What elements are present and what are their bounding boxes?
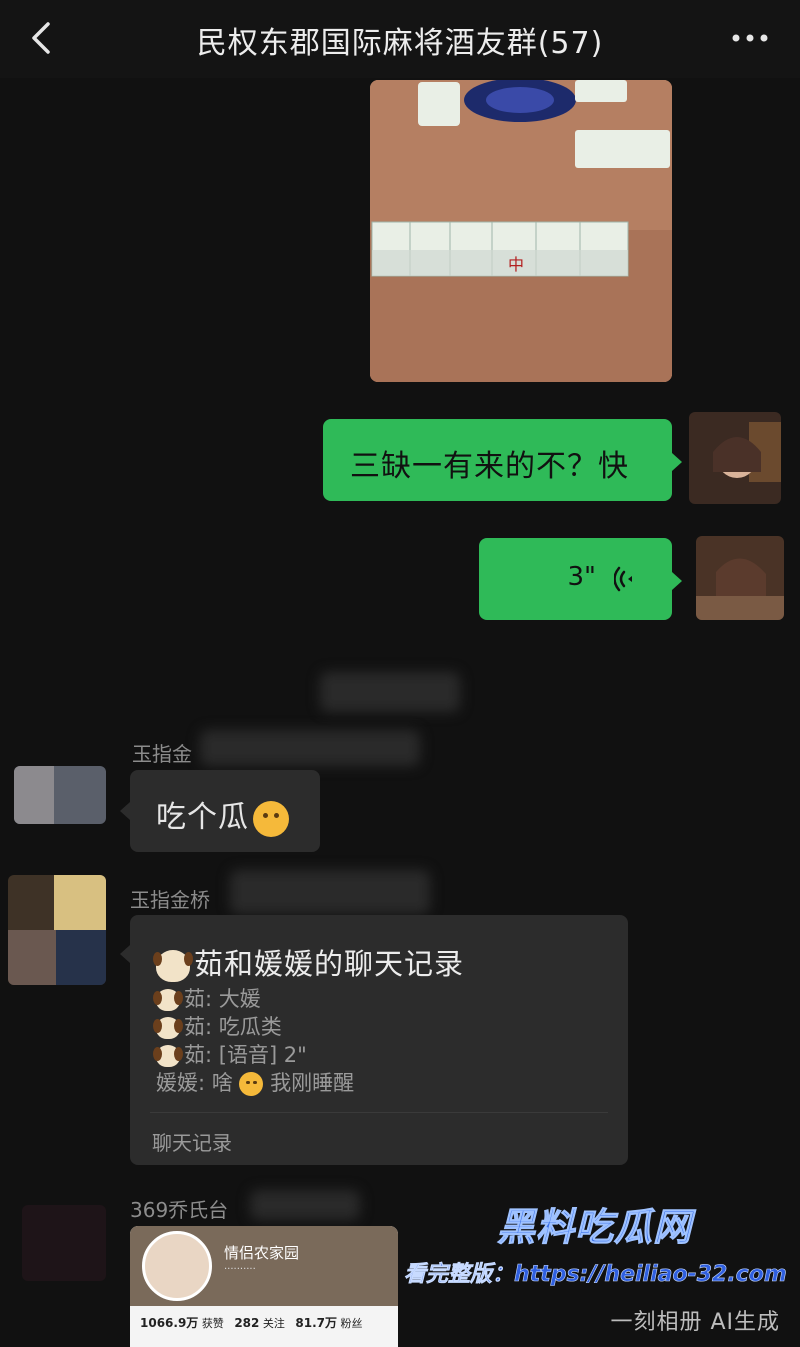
watermark-url: 看完整版：https://heiliao-32.com <box>404 1262 787 1288</box>
chat-record-line: 茹: 大媛 <box>153 985 354 1013</box>
divider <box>150 1112 608 1113</box>
bubble-tail <box>120 945 130 963</box>
mahjong-photo: 中 <box>370 80 672 382</box>
bubble-tail <box>672 572 682 590</box>
voice-duration: 3" <box>567 562 596 592</box>
bubble-tail <box>120 802 130 820</box>
stat-value: 81.7万 <box>295 1316 337 1330</box>
stat-label: 关注 <box>262 1317 285 1330</box>
chat-record-line-text: 茹: 吃瓜类 <box>184 1015 282 1039</box>
avatar[interactable] <box>14 766 106 824</box>
sender-name: 玉指金桥 <box>130 888 210 912</box>
blurred-region <box>200 730 420 766</box>
message-text: 三缺一有来的不？快 <box>350 449 629 484</box>
dog-icon <box>153 1045 183 1067</box>
message-bubble[interactable]: 三缺一有来的不？快 <box>323 419 682 501</box>
card-id: ·········· <box>224 1264 256 1275</box>
voice-message-bubble[interactable]: 3" <box>479 538 682 620</box>
avatar[interactable] <box>689 412 781 504</box>
chat-record-line-text: 媛媛: 啥 <box>156 1071 233 1095</box>
photo-message[interactable]: 中 <box>370 80 672 382</box>
stat-value: 1066.9万 <box>140 1316 199 1330</box>
chat-header: 民权东郡国际麻将酒友群(57) <box>0 0 800 78</box>
more-icon[interactable] <box>728 28 772 48</box>
stat-label: 获赞 <box>201 1317 224 1330</box>
card-name: 情侣农家园 <box>224 1244 300 1262</box>
ai-generated-label: 一刻相册 AI生成 <box>610 1310 780 1335</box>
chat-record-title: 茹和媛媛的聊天记录 <box>153 941 465 983</box>
blurred-region <box>320 672 460 712</box>
chat-record-preview: 茹: 大媛 茹: 吃瓜类 茹: [语音] 2" 媛媛: 啥 我刚睡醒 <box>153 985 354 1097</box>
avatar[interactable] <box>696 536 784 620</box>
sad-face-emoji-icon <box>239 1072 264 1096</box>
avatar[interactable] <box>8 875 106 985</box>
message-bubble[interactable]: 吃个瓜 <box>120 770 320 852</box>
chat-record-card[interactable]: 茹和媛媛的聊天记录 茹: 大媛 茹: 吃瓜类 茹: [语音] 2" 媛媛: 啥 … <box>120 915 628 1165</box>
avatar[interactable] <box>22 1205 106 1281</box>
svg-text:中: 中 <box>508 255 524 274</box>
blurred-region <box>250 1190 360 1220</box>
chat-record-line-text: 茹: 大媛 <box>184 987 261 1011</box>
watermark-logo: 黑料吃瓜网 <box>496 1205 693 1250</box>
blurred-region <box>230 870 430 914</box>
profile-share-card[interactable]: 情侣农家园 ·········· 1066.9万 获赞 282 关注 81.7万… <box>130 1226 398 1347</box>
message-text: 吃个瓜 <box>156 800 249 835</box>
sender-name: 玉指金 <box>132 742 192 766</box>
eating-melon-emoji-icon <box>253 800 289 837</box>
dog-icon <box>153 950 193 982</box>
stat-value: 282 <box>234 1316 260 1330</box>
chat-title: 民权东郡国际麻将酒友群(57) <box>196 26 604 61</box>
chat-record-line: 茹: [语音] 2" <box>153 1041 354 1069</box>
bubble-tail <box>672 453 682 471</box>
chat-record-line: 媛媛: 啥 我刚睡醒 <box>156 1069 354 1097</box>
message-content: 吃个瓜 <box>156 792 289 837</box>
stat-label: 粉丝 <box>340 1317 363 1330</box>
dog-icon <box>153 1017 183 1039</box>
chat-record-title-text: 茹和媛媛的聊天记录 <box>194 947 465 981</box>
sender-name: 369乔氏台 <box>130 1198 229 1222</box>
voice-icon <box>614 566 632 592</box>
dog-icon <box>153 989 183 1011</box>
chat-record-line-text: 我刚睡醒 <box>270 1071 355 1095</box>
chat-record-line-text: 茹: [语音] 2" <box>184 1043 307 1067</box>
card-avatar <box>142 1231 212 1301</box>
chat-record-label: 聊天记录 <box>152 1131 232 1155</box>
chat-record-line: 茹: 吃瓜类 <box>153 1013 354 1041</box>
card-stats: 1066.9万 获赞 282 关注 81.7万 粉丝 <box>140 1314 362 1331</box>
